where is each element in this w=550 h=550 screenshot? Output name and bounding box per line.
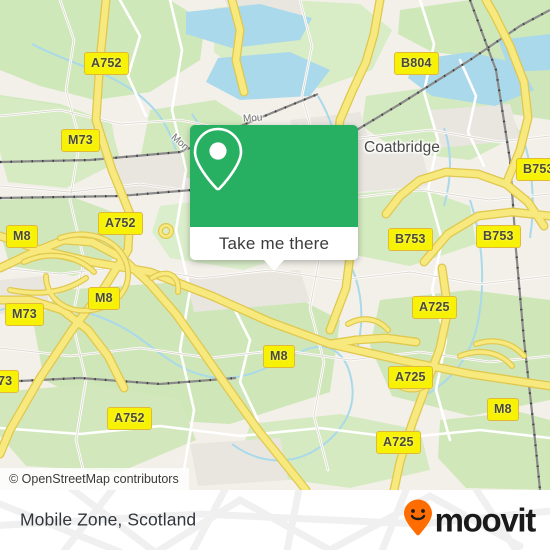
road-shield: A725	[412, 296, 457, 319]
road-shield: 73	[0, 370, 20, 393]
moovit-logo[interactable]: moovit	[403, 499, 537, 542]
road-shield: B753	[388, 228, 433, 251]
road-shield: B804	[394, 52, 439, 75]
road-shield: M8	[487, 398, 519, 421]
road-shield: M73	[61, 129, 100, 152]
popup-action-bar[interactable]: Take me there	[190, 227, 358, 271]
road-shield: M73	[5, 303, 44, 326]
road-shield: A725	[376, 431, 421, 454]
road-shield: A752	[84, 52, 129, 75]
map-canvas[interactable]: A752 B804 M73 B753 A752 M8 B753 B753 M8 …	[0, 0, 550, 490]
road-shield: M8	[263, 345, 295, 368]
moovit-map-page: A752 B804 M73 B753 A752 M8 B753 B753 M8 …	[0, 0, 550, 550]
osm-attribution[interactable]: © OpenStreetMap contributors	[0, 468, 189, 490]
road-shield: B753	[476, 225, 521, 248]
road-shield: B753	[516, 158, 550, 181]
popup-header	[190, 125, 358, 227]
map-place-label-coatbridge: Coatbridge	[364, 139, 440, 156]
take-me-there-popup[interactable]: Take me there	[190, 125, 358, 271]
road-shield: A725	[388, 366, 433, 389]
moovit-wordmark: moovit	[434, 501, 537, 539]
road-shield: M8	[6, 225, 38, 248]
road-shield: A752	[98, 212, 143, 235]
footer-title: Mobile Zone, Scotland	[20, 509, 197, 530]
road-shield: M8	[88, 287, 120, 310]
take-me-there-label: Take me there	[218, 233, 330, 253]
popup-tail	[264, 260, 284, 271]
road-shield: A752	[107, 407, 152, 430]
moovit-pin-smiley-icon	[403, 499, 433, 542]
page-footer: Mobile Zone, Scotland moovit	[0, 490, 550, 550]
map-road-label: Mou	[242, 112, 263, 125]
